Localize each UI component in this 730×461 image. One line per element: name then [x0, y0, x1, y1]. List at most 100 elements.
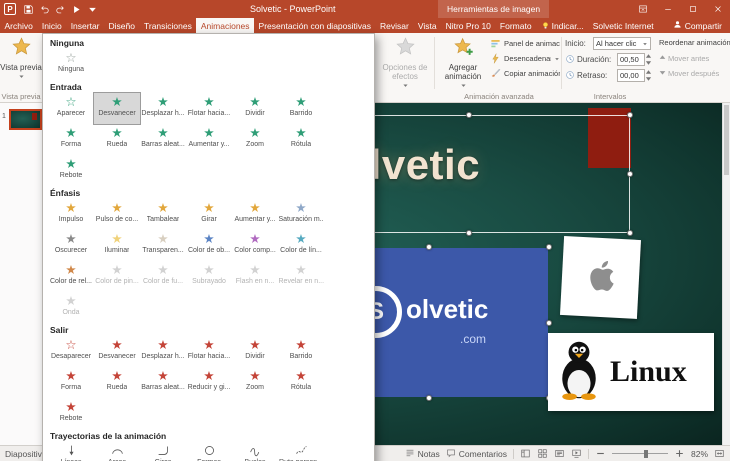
selection-handle[interactable] — [426, 244, 432, 250]
animation-effect[interactable]: ★ Subrayado — [186, 261, 232, 292]
delay-spinner[interactable] — [645, 69, 652, 82]
animation-effect[interactable]: ★ Dividir — [232, 336, 278, 367]
animation-effect[interactable]: Ruta person... — [278, 442, 324, 461]
undo-icon[interactable] — [38, 3, 51, 16]
slide-sorter-view-button[interactable] — [537, 448, 548, 459]
ribbon-tab[interactable]: Solvetic Internet — [588, 18, 658, 33]
animation-effect[interactable]: ★ Transparen... — [140, 230, 186, 261]
animation-effect[interactable]: ★ Oscurecer — [48, 230, 94, 261]
move-later-button[interactable]: Mover después — [659, 69, 719, 78]
animation-effect[interactable]: ★ Desplazar h... — [140, 93, 186, 124]
preview-button[interactable]: Vista previa — [0, 33, 47, 80]
slide-thumbnail[interactable] — [9, 109, 42, 130]
ribbon-tab[interactable]: Archivo — [0, 18, 37, 33]
animation-effect[interactable]: ★ Desvanecer — [93, 92, 141, 125]
animation-effect[interactable]: ★ Desvanecer — [94, 336, 140, 367]
zoom-in-button[interactable] — [674, 448, 685, 459]
animation-effect[interactable]: Bucles — [232, 442, 278, 461]
minimize-icon[interactable] — [655, 0, 680, 18]
animation-effect[interactable]: ★ Zoom — [232, 124, 278, 155]
zoom-out-button[interactable] — [595, 448, 606, 459]
maximize-icon[interactable] — [680, 0, 705, 18]
animation-effect[interactable]: ★ Flash en n... — [232, 261, 278, 292]
ribbon-tab[interactable]: Transiciones — [139, 18, 196, 33]
animation-effect[interactable]: ★ Pulso de co... — [94, 199, 140, 230]
ribbon-tab[interactable]: Indicar... — [536, 18, 588, 33]
animation-effect[interactable]: ★ Forma — [48, 124, 94, 155]
animation-effect[interactable]: ★ Iluminar — [94, 230, 140, 261]
animation-effect[interactable]: ☆ Desaparecer — [48, 336, 94, 367]
animation-effect[interactable]: ★ Rótula — [278, 367, 324, 398]
save-icon[interactable] — [22, 3, 35, 16]
selection-handle[interactable] — [627, 112, 633, 118]
animation-effect[interactable]: ★ Aumentar y... — [186, 124, 232, 155]
animation-effect[interactable]: ★ Rueda — [94, 124, 140, 155]
animation-effect[interactable]: ★ Impulso — [48, 199, 94, 230]
animation-effect[interactable]: ★ Color comp... — [232, 230, 278, 261]
animation-effect[interactable]: ★ Forma — [48, 367, 94, 398]
animation-effect[interactable]: ★ Zoom — [232, 367, 278, 398]
selection-handle[interactable] — [546, 319, 552, 326]
ribbon-small-button[interactable]: Desencadenar — [490, 51, 560, 66]
animation-effect[interactable]: Formas — [186, 442, 232, 461]
selection-handle[interactable] — [426, 395, 432, 401]
add-animation-button[interactable]: Agregar animación — [437, 33, 489, 89]
duration-input[interactable]: 00,50 — [617, 53, 645, 66]
selection-handle[interactable] — [466, 230, 472, 236]
animation-effect[interactable]: ★ Saturación m... — [278, 199, 324, 230]
zoom-percentage[interactable]: 82% — [691, 449, 708, 459]
selection-handle[interactable] — [466, 112, 472, 118]
animation-effect[interactable]: ★ Color de lín... — [278, 230, 324, 261]
animation-effect[interactable]: Líneas — [48, 442, 94, 461]
slideshow-view-button[interactable] — [571, 448, 582, 459]
animation-effect[interactable]: ★ Color de rel... — [48, 261, 94, 292]
delay-input[interactable]: 00,00 — [617, 69, 645, 82]
animation-effect[interactable]: ★ Girar — [186, 199, 232, 230]
animation-effect[interactable]: ★ Flotar hacia... — [186, 336, 232, 367]
close-icon[interactable] — [705, 0, 730, 18]
ribbon-small-button[interactable]: Panel de animación — [490, 36, 560, 51]
animation-effect[interactable]: ★ Flotar hacia... — [186, 93, 232, 124]
ribbon-tab[interactable]: Presentación con diapositivas — [254, 18, 375, 33]
ribbon-small-button[interactable]: Copiar animación — [490, 66, 560, 81]
fit-slide-button[interactable] — [714, 448, 725, 459]
animation-effect[interactable]: Giros — [140, 442, 186, 461]
animation-effect[interactable]: ★ Barrido — [278, 93, 324, 124]
animation-effect[interactable]: ★ Reducir y gi... — [186, 367, 232, 398]
selection-handle[interactable] — [627, 171, 633, 177]
animation-effect[interactable]: ★ Revelar en n... — [278, 261, 324, 292]
animation-effect[interactable]: ☆ Ninguna — [48, 49, 94, 80]
notes-toggle[interactable]: Notas — [405, 448, 440, 460]
scrollbar-thumb[interactable] — [724, 105, 729, 175]
animation-effect[interactable]: ★ Color de fu... — [140, 261, 186, 292]
redo-icon[interactable] — [54, 3, 67, 16]
ribbon-tab[interactable]: Nitro Pro 10 — [441, 18, 495, 33]
animation-effect[interactable]: ★ Rueda — [94, 367, 140, 398]
selection-handle[interactable] — [546, 244, 552, 250]
animation-effect[interactable]: ★ Rebote — [48, 398, 94, 429]
start-dropdown[interactable]: Al hacer clic — [593, 37, 651, 50]
share-button[interactable]: Compartir — [665, 18, 730, 33]
normal-view-button[interactable] — [520, 448, 531, 459]
reading-view-button[interactable] — [554, 448, 565, 459]
apple-logo-card[interactable] — [559, 236, 642, 319]
zoom-slider-thumb[interactable] — [644, 449, 649, 458]
duration-spinner[interactable] — [645, 53, 652, 66]
animation-effect[interactable]: ★ Barras aleat... — [140, 367, 186, 398]
ribbon-tab[interactable]: Formato — [495, 18, 536, 33]
ribbon-tab[interactable]: Inicio — [37, 18, 66, 33]
selection-handle[interactable] — [627, 230, 633, 236]
move-earlier-button[interactable]: Mover antes — [659, 54, 709, 63]
animation-effect[interactable]: ★ Desplazar h... — [140, 336, 186, 367]
animation-effect[interactable]: ☆ Aparecer — [48, 93, 94, 124]
animation-effect[interactable]: ★ Rebote — [48, 155, 94, 186]
ribbon-tab[interactable]: Insertar — [66, 18, 104, 33]
animation-effect[interactable]: ★ Barras aleat... — [140, 124, 186, 155]
animation-effect[interactable]: ★ Dividir — [232, 93, 278, 124]
comments-toggle[interactable]: Comentarios — [446, 448, 507, 460]
ribbon-display-options-icon[interactable] — [630, 0, 655, 18]
animation-effect[interactable]: ★ Barrido — [278, 336, 324, 367]
ribbon-tab[interactable]: Animaciones — [196, 18, 255, 33]
vertical-scrollbar[interactable] — [722, 103, 730, 445]
animation-effect[interactable]: ★ Tambalear — [140, 199, 186, 230]
